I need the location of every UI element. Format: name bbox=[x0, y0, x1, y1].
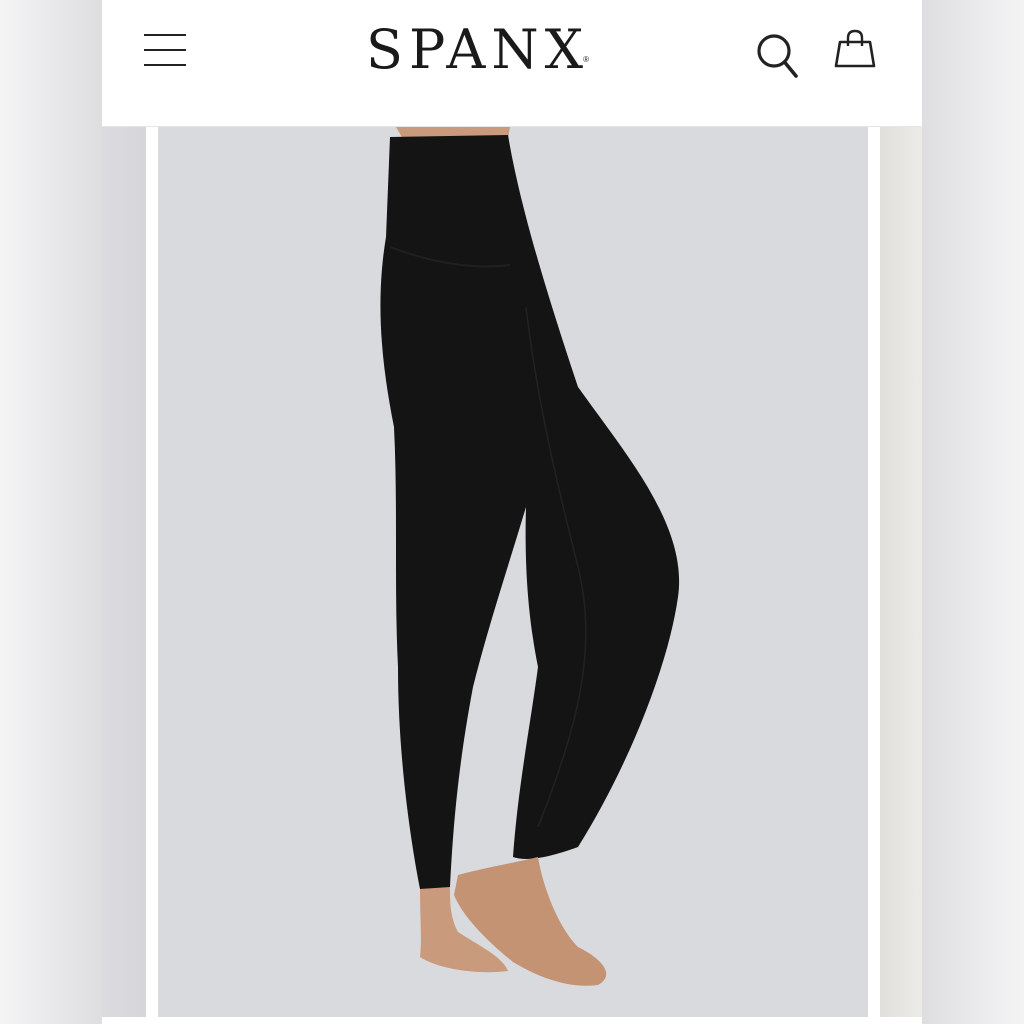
shopping-bag-icon bbox=[834, 29, 876, 68]
left-backdrop bbox=[0, 0, 102, 1024]
search-icon bbox=[757, 34, 798, 78]
brand-name: SPANX bbox=[366, 18, 590, 81]
shopping-bag-button[interactable] bbox=[832, 26, 878, 74]
leggings-product-image bbox=[380, 127, 680, 986]
search-button[interactable] bbox=[752, 30, 802, 82]
previous-slide[interactable] bbox=[102, 127, 146, 1017]
right-backdrop bbox=[922, 0, 1024, 1024]
mobile-page: SPANX® bbox=[102, 0, 922, 1024]
menu-button[interactable] bbox=[142, 30, 188, 70]
leggings-shape bbox=[380, 135, 680, 891]
main-product-slide[interactable] bbox=[158, 127, 868, 1017]
product-image-carousel[interactable] bbox=[102, 127, 922, 1024]
trademark-symbol: ® bbox=[583, 55, 589, 64]
next-slide[interactable] bbox=[880, 127, 922, 1017]
site-header: SPANX® bbox=[102, 0, 922, 127]
brand-logo[interactable]: SPANX® bbox=[366, 18, 666, 82]
